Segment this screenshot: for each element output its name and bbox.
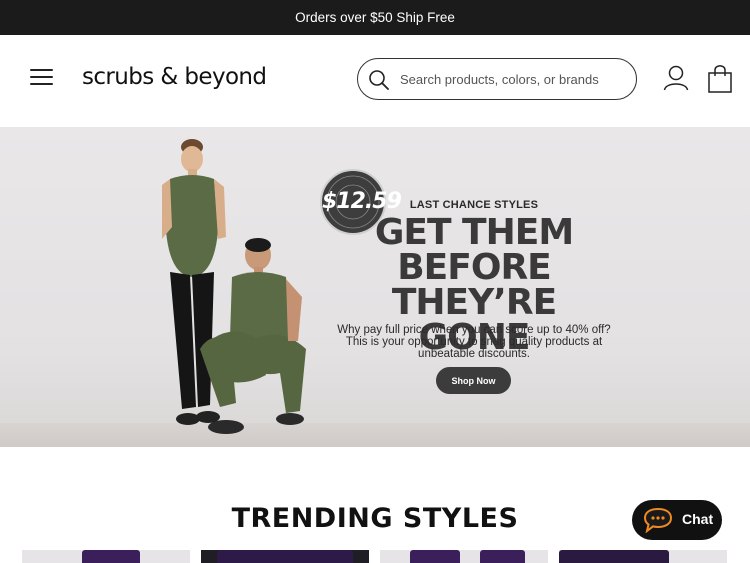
hero-title-line: BEFORE THEY’RE [391,247,557,323]
trending-product-grid [22,550,728,563]
shop-now-button[interactable]: Shop Now [436,367,511,394]
search-input[interactable] [400,68,625,90]
hero-description-line: Why pay full price when you can score up… [337,324,611,336]
product-tile[interactable] [380,550,548,563]
hero-floor [0,423,750,447]
hero-kicker: LAST CHANCE STYLES [409,199,539,211]
chat-label: Chat [682,511,714,527]
chat-button[interactable]: Chat [632,500,722,540]
hero-description: Why pay full price when you can score up… [330,324,618,360]
promo-text: Orders over $50 Ship Free [295,10,455,25]
menu-icon[interactable] [30,68,54,86]
chat-bubble-icon [643,507,673,533]
site-logo[interactable]: scrubs & beyond [82,64,267,90]
hero-description-line: unbeatable discounts. [418,348,530,360]
hero-title-line: GET THEM [374,212,574,253]
account-icon[interactable] [663,64,689,92]
hero-models-image [162,139,306,434]
promo-bar: Orders over $50 Ship Free [0,0,750,35]
site-header: scrubs & beyond [0,35,750,127]
hero-description-line: This is your opportunity to snag quality… [345,336,603,348]
search-icon[interactable] [368,69,390,91]
product-tile[interactable] [22,550,190,563]
hero-banner[interactable]: $12.59 LAST CHANCE STYLES GET THEM BEFOR… [0,127,750,447]
shopping-bag-icon[interactable] [707,64,733,94]
search-bar[interactable] [357,58,637,100]
product-tile[interactable] [559,550,727,563]
product-tile[interactable] [201,550,369,563]
